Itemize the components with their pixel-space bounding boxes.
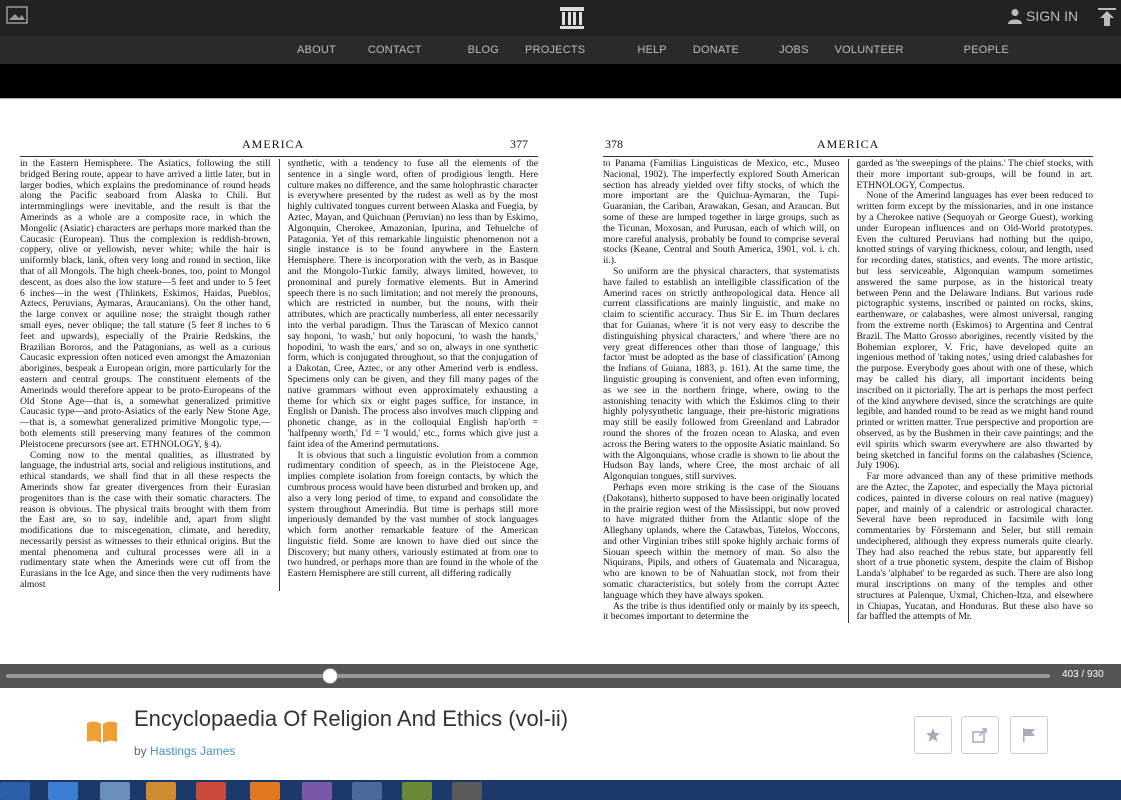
author-link[interactable]: Hastings James	[150, 744, 235, 758]
text-column: in the Eastern Hemisphere. The Asiatics,…	[20, 158, 271, 591]
share-button[interactable]	[961, 716, 999, 754]
nav-item-projects[interactable]: PROJECTS	[525, 44, 585, 56]
byline: by Hastings James	[134, 744, 235, 758]
upload-icon[interactable]	[1096, 6, 1118, 28]
taskbar-app[interactable]	[402, 782, 432, 800]
taskbar-app[interactable]	[302, 782, 332, 800]
page-indicator: 403 / 930	[1062, 669, 1104, 680]
taskbar-app[interactable]	[196, 782, 226, 800]
scrubber-handle[interactable]	[321, 668, 338, 684]
text-column: to Panama (Familias Linguisticas de Mexi…	[603, 158, 840, 623]
user-icon	[1008, 9, 1022, 24]
viewer-header-band	[0, 64, 1121, 98]
paragraph: None of the Amerind languages has ever b…	[856, 190, 1094, 472]
page-header: 378 AMERICA	[603, 135, 1093, 157]
nav-item-contact[interactable]: CONTACT	[368, 44, 422, 56]
sign-in-label: SIGN IN	[1026, 8, 1079, 24]
book-page-left: AMERICA 377 in the Eastern Hemisphere. T…	[20, 99, 538, 664]
archive-logo-icon[interactable]	[558, 4, 586, 32]
book-info-bar: Encyclopaedia Of Religion And Ethics (vo…	[0, 688, 1121, 780]
top-bar: SIGN IN	[0, 0, 1121, 36]
column-divider	[847, 159, 849, 624]
os-taskbar	[0, 780, 1121, 800]
running-head: AMERICA	[242, 137, 305, 151]
text-column: garded as 'the sweepings of the plains.'…	[856, 158, 1094, 623]
sign-in-button[interactable]: SIGN IN	[1008, 8, 1078, 24]
paragraph: synthetic, with a tendency to fuse all t…	[287, 158, 539, 450]
nav-item-donate[interactable]: DONATE	[693, 44, 739, 56]
paragraph: Far more advanced than any of these prim…	[856, 471, 1094, 623]
column-divider	[278, 159, 280, 591]
by-label: by	[134, 744, 147, 758]
book-reader[interactable]: AMERICA 377 in the Eastern Hemisphere. T…	[0, 98, 1121, 664]
nav-item-help[interactable]: HELP	[637, 44, 667, 56]
paragraph: in the Eastern Hemisphere. The Asiatics,…	[20, 158, 271, 450]
paragraph: to Panama (Familias Linguisticas de Mexi…	[603, 158, 840, 267]
nav-item-blog[interactable]: BLOG	[468, 44, 499, 56]
book-page-right: 378 AMERICA to Panama (Familias Linguist…	[603, 99, 1093, 664]
page-header: AMERICA 377	[20, 135, 538, 157]
text-column: synthetic, with a tendency to fuse all t…	[287, 158, 539, 591]
taskbar-app[interactable]	[100, 782, 130, 800]
running-head: AMERICA	[817, 137, 880, 151]
paragraph: So uniform are the physical characters, …	[603, 265, 840, 483]
taskbar-app[interactable]	[452, 782, 482, 800]
book-title: Encyclopaedia Of Religion And Ethics (vo…	[134, 706, 569, 731]
start-button[interactable]	[0, 782, 30, 800]
taskbar-app[interactable]	[48, 782, 78, 800]
share-icon	[972, 728, 987, 743]
book-icon	[87, 721, 117, 743]
paragraph: Coming now to the mental qualities, as i…	[20, 449, 271, 591]
main-nav: ABOUT CONTACT BLOG PROJECTS HELP DONATE JOBS VO…	[0, 36, 1121, 64]
taskbar-app[interactable]	[250, 782, 280, 800]
nav-item-volunteer[interactable]: VOLUNTEER	[835, 44, 904, 56]
page-number: 378	[605, 137, 623, 151]
page-number: 377	[510, 137, 528, 151]
taskbar-app[interactable]	[146, 782, 176, 800]
flag-button[interactable]	[1010, 716, 1048, 754]
star-icon	[926, 728, 940, 742]
paragraph: Perhaps even more striking is the case o…	[603, 481, 840, 601]
nav-item-about[interactable]: ABOUT	[297, 44, 336, 56]
nav-item-people[interactable]: PEOPLE	[964, 44, 1009, 56]
paragraph: It is obvious that such a linguistic evo…	[287, 449, 539, 580]
scrubber-track[interactable]	[6, 674, 1050, 678]
paragraph: garded as 'the sweepings of the plains.'…	[856, 158, 1094, 191]
image-icon[interactable]	[6, 6, 28, 24]
page-scrubber: 403 / 930	[0, 664, 1121, 688]
taskbar-app[interactable]	[352, 782, 382, 800]
flag-icon	[1023, 728, 1035, 742]
paragraph: As the tribe is thus identified only or …	[603, 600, 840, 623]
favorite-button[interactable]	[914, 716, 952, 754]
nav-item-jobs[interactable]: JOBS	[779, 44, 809, 56]
